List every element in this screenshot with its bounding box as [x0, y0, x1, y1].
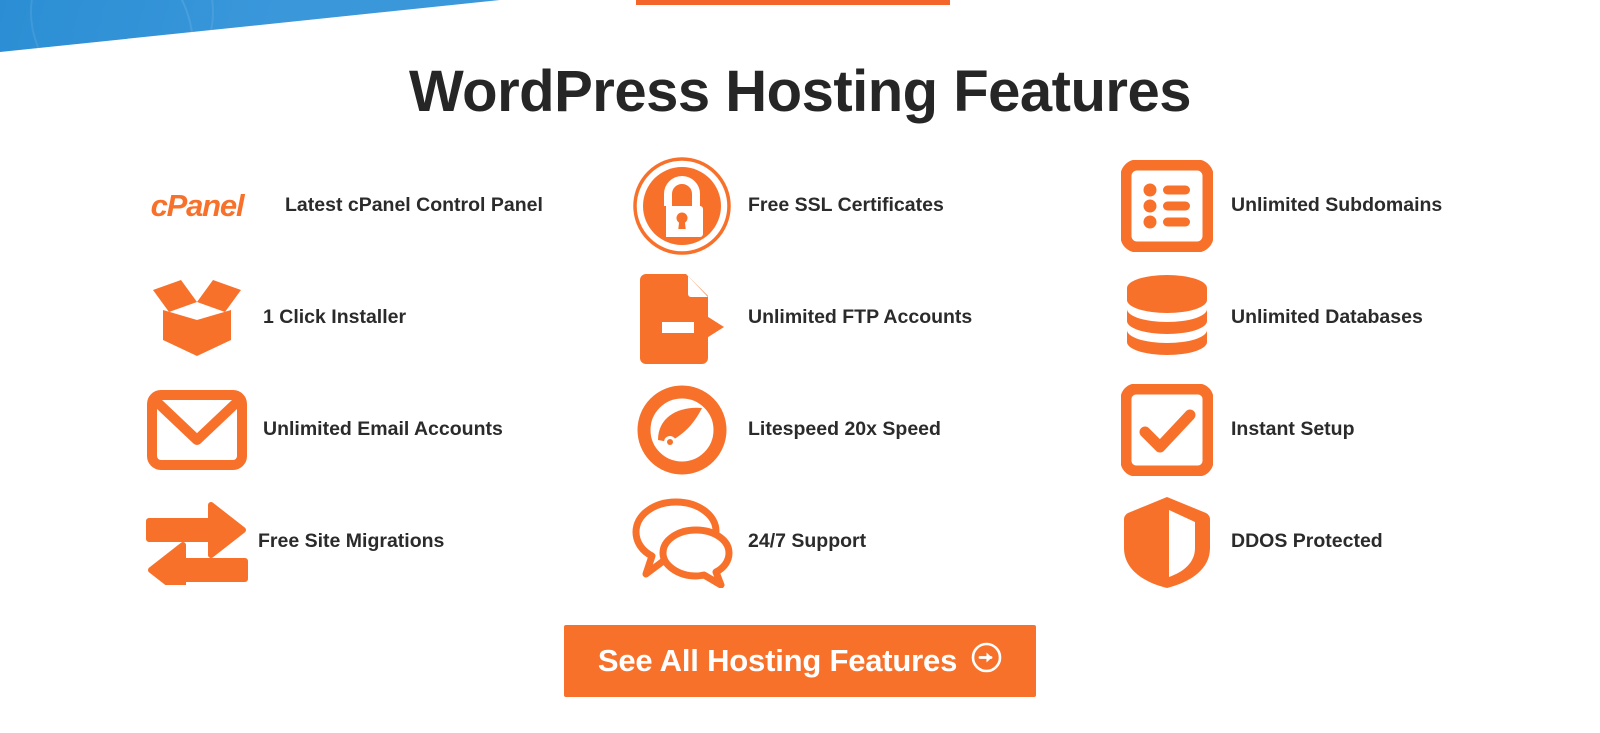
document-arrow-icon [630, 266, 734, 370]
feature-label: Litespeed 20x Speed [748, 418, 941, 441]
feature-item-email[interactable]: Unlimited Email Accounts [145, 374, 630, 486]
open-box-icon [145, 266, 249, 370]
feature-label: Instant Setup [1231, 418, 1355, 441]
bulleted-list-box-icon [1115, 154, 1219, 258]
feature-label: Free Site Migrations [258, 530, 445, 553]
cpanel-logo-icon: cPanel [150, 188, 245, 223]
feature-item-ftp[interactable]: Unlimited FTP Accounts [630, 262, 1115, 374]
two-way-arrows-icon [145, 490, 249, 594]
feature-label: 1 Click Installer [263, 306, 407, 329]
feature-label: Unlimited Email Accounts [263, 418, 503, 441]
speedometer-icon [630, 378, 734, 482]
envelope-icon [145, 378, 249, 482]
feature-label: 24/7 Support [748, 530, 867, 553]
blue-diagonal-banner [0, 0, 500, 52]
feature-label: DDOS Protected [1231, 530, 1383, 553]
database-cylinder-icon [1115, 266, 1219, 370]
cta-button-label: See All Hosting Features [597, 642, 958, 678]
page-title: WordPress Hosting Features [408, 59, 1192, 124]
feature-label: Unlimited Subdomains [1231, 194, 1443, 217]
orange-top-accent-bar [636, 0, 950, 5]
feature-item-ddos[interactable]: DDOS Protected [1115, 486, 1475, 598]
feature-item-litespeed[interactable]: Litespeed 20x Speed [630, 374, 1115, 486]
feature-item-instant-setup[interactable]: Instant Setup [1115, 374, 1475, 486]
circle-arrow-right-icon [971, 642, 1002, 678]
feature-item-support[interactable]: 24/7 Support [630, 486, 1115, 598]
padlock-circle-icon [630, 154, 734, 258]
feature-item-cpanel[interactable]: cPanel Latest cPanel Control Panel [145, 150, 630, 262]
feature-item-databases[interactable]: Unlimited Databases [1115, 262, 1475, 374]
feature-item-installer[interactable]: 1 Click Installer [145, 262, 630, 374]
speech-bubbles-icon [630, 490, 734, 594]
see-all-hosting-features-button[interactable]: See All Hosting Features [563, 625, 1037, 697]
cta-container: See All Hosting Features [0, 625, 1600, 697]
feature-item-migrations[interactable]: Free Site Migrations [145, 486, 630, 598]
shield-icon [1115, 490, 1219, 594]
feature-label: Unlimited FTP Accounts [748, 306, 973, 329]
features-grid: cPanel Latest cPanel Control Panel Free … [145, 150, 1475, 598]
checkbox-check-icon [1115, 378, 1219, 482]
feature-label: Unlimited Databases [1231, 306, 1423, 329]
feature-item-ssl[interactable]: Free SSL Certificates [630, 150, 1115, 262]
feature-label: Latest cPanel Control Panel [285, 194, 543, 217]
feature-label: Free SSL Certificates [748, 194, 944, 217]
feature-item-subdomains[interactable]: Unlimited Subdomains [1115, 150, 1475, 262]
hosting-features-page: WordPress Hosting Features cPanel Latest… [0, 0, 1600, 733]
